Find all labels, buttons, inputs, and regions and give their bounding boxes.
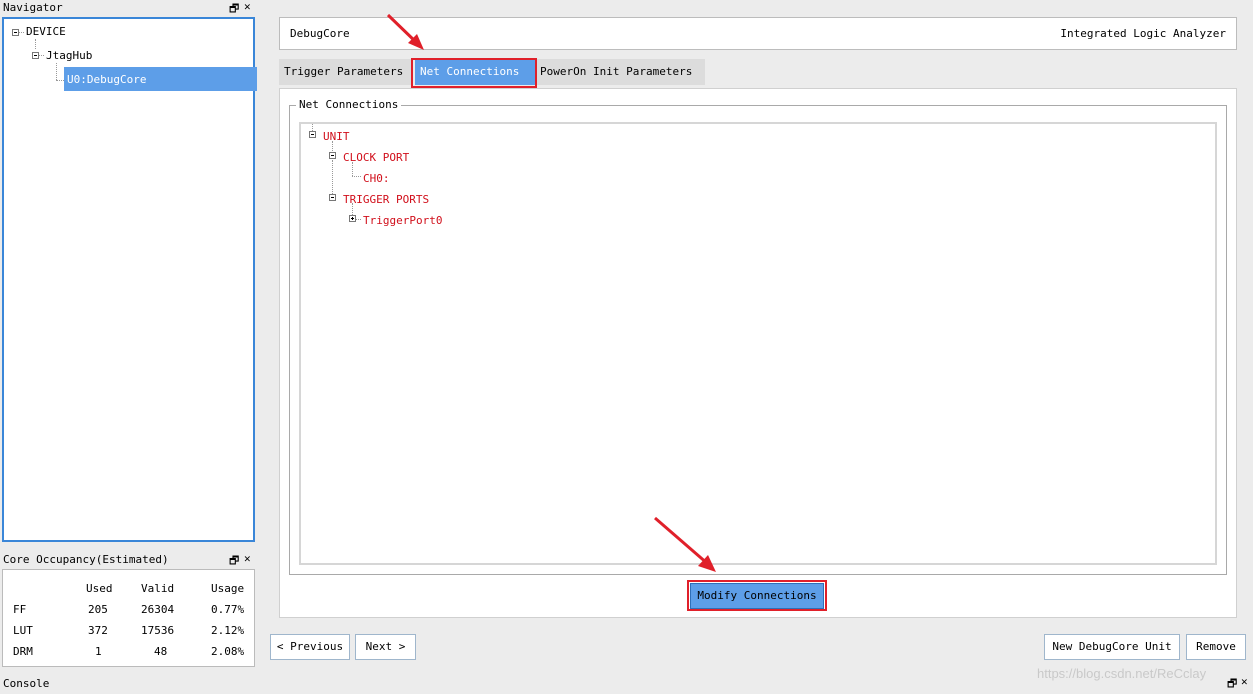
occupancy-title: Core Occupancy(Estimated) [3, 553, 169, 566]
previous-button[interactable]: < Previous [270, 634, 350, 660]
tab-net-connections[interactable]: Net Connections [415, 59, 535, 85]
row-name: DRM [13, 645, 33, 658]
tree-connector [56, 63, 57, 80]
core-header-title: DebugCore [290, 27, 350, 40]
header-valid: Valid [141, 582, 175, 595]
tree-node-trigger-ports[interactable]: TRIGGER PORTS [343, 193, 429, 206]
row-name: FF [13, 603, 27, 616]
tree-connector [332, 141, 333, 151]
navigator-title: Navigator [3, 1, 63, 14]
tree-node-device[interactable]: DEVICE [26, 25, 66, 38]
row-valid: 26304 [141, 603, 175, 616]
row-usage: 2.08% [211, 645, 245, 658]
tree-node-ch0[interactable]: CH0: [363, 172, 390, 185]
navigator-close-icon[interactable]: ✕ [244, 0, 253, 13]
console-close-icon[interactable]: ✕ [1241, 675, 1250, 688]
net-connections-group-title: Net Connections [296, 98, 402, 111]
tree-connector [352, 176, 361, 177]
collapse-icon[interactable] [32, 52, 39, 59]
row-name: LUT [13, 624, 33, 637]
tree-connector [352, 162, 353, 176]
row-valid: 48 [154, 645, 168, 658]
occupancy-table: Used Valid Usage FF 205 26304 0.77% LUT … [2, 569, 255, 667]
console-title: Console [3, 677, 50, 690]
tree-connector [332, 160, 333, 196]
header-usage: Usage [211, 582, 245, 595]
tab-poweron-init-parameters[interactable]: PowerOn Init Parameters [535, 59, 705, 85]
row-used: 205 [88, 603, 108, 616]
occupancy-close-icon[interactable]: ✕ [244, 552, 253, 565]
tree-connector [56, 80, 64, 81]
tree-node-triggerport0[interactable]: TriggerPort0 [363, 214, 442, 227]
watermark: https://blog.csdn.net/ReCclay [1037, 666, 1207, 681]
tab-trigger-parameters[interactable]: Trigger Parameters [279, 59, 413, 85]
collapse-icon[interactable] [329, 152, 336, 159]
tree-connector [19, 32, 24, 33]
row-used: 1 [95, 645, 102, 658]
console-restore-icon[interactable]: 🗗 [1227, 675, 1239, 694]
row-usage: 2.12% [211, 624, 245, 637]
next-button[interactable]: Next > [355, 634, 416, 660]
remove-button[interactable]: Remove [1186, 634, 1246, 660]
navigator-tree[interactable]: DEVICE JtagHub U0:DebugCore [2, 17, 257, 542]
collapse-icon[interactable] [12, 29, 19, 36]
tree-node-jtaghub[interactable]: JtagHub [46, 49, 92, 62]
collapse-icon[interactable] [329, 194, 336, 201]
tree-node-selected[interactable]: U0:DebugCore [64, 67, 257, 91]
tree-node-debugcore[interactable]: U0:DebugCore [67, 73, 146, 86]
expand-icon[interactable] [349, 215, 356, 222]
row-used: 372 [88, 624, 108, 637]
modify-connections-button[interactable]: Modify Connections [690, 583, 824, 609]
net-connections-tree[interactable]: UNIT CLOCK PORT CH0: TRIGGER PORTS Trigg… [299, 122, 1217, 565]
tree-node-unit[interactable]: UNIT [323, 130, 350, 143]
header-used: Used [86, 582, 113, 595]
core-header-type: Integrated Logic Analyzer [1060, 27, 1226, 40]
tree-connector [356, 219, 361, 220]
tree-connector [39, 55, 44, 56]
core-header: DebugCore Integrated Logic Analyzer [279, 17, 1237, 50]
tree-connector [35, 39, 36, 49]
new-debugcore-unit-button[interactable]: New DebugCore Unit [1044, 634, 1180, 660]
tree-connector [352, 203, 353, 215]
tree-connector [312, 124, 313, 131]
row-valid: 17536 [141, 624, 175, 637]
row-usage: 0.77% [211, 603, 245, 616]
collapse-icon[interactable] [309, 131, 316, 138]
